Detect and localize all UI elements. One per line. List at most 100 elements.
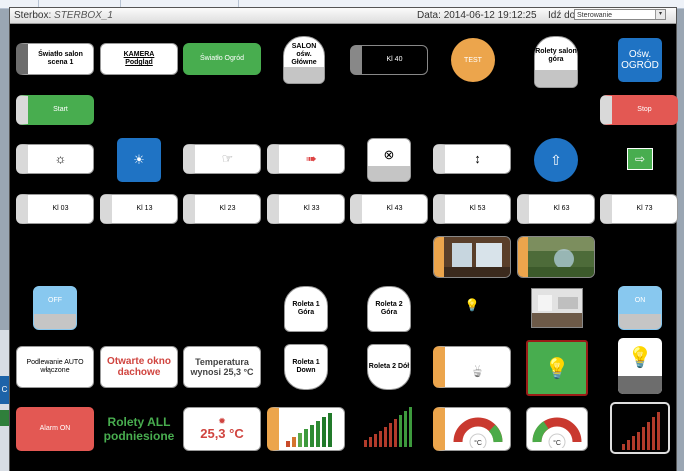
arrow-right-button[interactable]: ➠ [267,144,345,174]
roleta2-dol-button[interactable]: Roleta 2 Dół [367,344,411,390]
updown-button[interactable]: ↕ [433,144,511,174]
date-display: Data: 2014-06-12 19:12:25 [417,9,537,22]
button-label: Stop [637,105,652,113]
signal-meter-button[interactable] [267,407,345,451]
goto-select[interactable]: Sterowanie ▾ [574,9,666,20]
status-label: Otwarte okno dachowe [107,355,171,379]
sun-outline-button[interactable]: ☼ [16,144,94,174]
app-name: STERBOX_1 [54,10,113,21]
roleta2-gora-button[interactable]: Roleta 2 Góra [367,286,411,332]
kl23-button[interactable]: Kl 23 [183,194,261,224]
off-button[interactable]: OFF [33,286,77,330]
signal-meter-selected[interactable] [610,402,670,454]
toggle-bar [518,237,528,277]
stop-button[interactable]: Stop [600,95,678,125]
sheet-cell [0,0,39,8]
gauge-button[interactable]: °C [433,407,511,451]
gauge-icon: °C [453,417,502,448]
goto-select-value: Sterowanie [577,12,613,19]
kl43-button[interactable]: Kl 43 [350,194,428,224]
gauge-unit: °C [553,439,561,447]
app-label: Sterbox: [14,10,52,21]
sun-outline-icon: ☼ [54,150,67,166]
toggle-bar [284,66,324,83]
button-label: Roleta 2 Dół [368,362,410,370]
signal-bars-icon [285,413,332,447]
toggle-bar [434,237,444,277]
button-label: Rolety salon góra [535,47,577,63]
button-label: TEST [464,56,482,64]
sheet-cell [38,0,121,8]
button-label: Kl 13 [136,204,153,212]
button-label: Kl 63 [553,204,570,212]
swiatlo-salon-scena-button[interactable]: Światło salon scena 1 [16,43,94,75]
toggle-bar [618,376,662,394]
gauge-button-2[interactable]: °C [526,407,588,451]
button-label: Start [53,105,68,113]
gauge-unit: °C [474,439,482,447]
top-bar: Sterbox: STERBOX_1 Data: 2014-06-12 19:1… [10,8,676,24]
temperature-value: 25,3 °C [200,425,244,441]
signal-bars-icon [622,412,660,450]
background-tab: C [0,376,9,404]
date-value: 2014-06-12 19:12:25 [443,10,537,21]
hand-button[interactable]: ☞ [183,144,261,174]
kitchen-image [444,237,510,277]
start-button[interactable]: Start [16,95,94,125]
button-label: Kl 33 [303,204,320,212]
salon-osw-glowne-button[interactable]: SALON ośw. Główne [283,36,325,84]
button-label: Kl 03 [52,204,69,212]
kl03-button[interactable]: Kl 03 [16,194,94,224]
swiatlo-ogrod-button[interactable]: Światło Ogród [183,43,261,75]
status-label: Podlewanie AUTO włączone [26,358,84,374]
room-thumbnail[interactable] [531,288,583,328]
button-label: Światło Ogród [200,54,244,62]
circle-x-button[interactable]: ⊗ [367,138,411,182]
alarm-button[interactable]: Alarm ON [16,407,94,451]
kl63-button[interactable]: Kl 63 [517,194,595,224]
button-label: Kl 43 [386,204,403,212]
arrow-up-icon: ⇧ [550,151,562,168]
lightbulb-bright-icon: 💡 [627,346,653,369]
bulb-on-button[interactable]: 💡 [526,340,588,396]
button-label: Kl 53 [469,204,486,212]
button-label: ON [634,296,646,304]
roleta1-down-button[interactable]: Roleta 1 Down [284,344,328,390]
kl53-button[interactable]: Kl 53 [433,194,511,224]
camera-kitchen-thumbnail[interactable] [433,236,511,278]
kamera-podglad-button[interactable]: KAMERA Podgląd [100,43,178,75]
lightbulb-off-icon: 💡 [465,355,490,378]
kl33-button[interactable]: Kl 33 [267,194,345,224]
hand-pointer-icon: ☞ [221,150,234,166]
bulb-toggle-button[interactable]: 💡 [433,346,511,388]
background-tab [0,410,9,426]
background-window-strip: C [0,330,10,471]
lightbulb-small-icon[interactable]: 💡 [462,298,482,318]
gauge-icon: °C [532,417,582,448]
sun-button[interactable]: ☀ [117,138,161,182]
arrow-right-box-button[interactable]: ⇨ [627,148,653,170]
roleta1-gora-button[interactable]: Roleta 1 Góra [284,286,328,332]
date-label: Data: [417,10,441,21]
arrow-right-icon: ➠ [306,150,317,166]
kl40-button[interactable]: Kl 40 [350,45,428,75]
button-label: Podgląd [125,59,153,66]
okno-dachowe-status[interactable]: Otwarte okno dachowe [100,346,178,388]
updown-arrow-icon: ↕ [474,150,481,166]
sun-icon: ☀ [133,151,145,167]
bulb-bright-button[interactable]: 💡 [618,338,662,394]
chevron-down-icon[interactable]: ▾ [655,10,665,19]
on-button[interactable]: ON [618,286,662,330]
arrow-up-button[interactable]: ⇧ [534,138,578,182]
rolety-salon-gora-button[interactable]: Rolety salon góra [534,36,578,88]
osw-ogrod-button[interactable]: Ośw. OGRÓD [618,38,662,82]
test-button[interactable]: TEST [451,38,495,82]
app-title: Sterbox: STERBOX_1 [14,9,113,22]
kl73-button[interactable]: Kl 73 [600,194,678,224]
status-label: Rolety ALL podniesione [103,415,175,443]
camera-garden-thumbnail[interactable] [517,236,595,278]
kl13-button[interactable]: Kl 13 [100,194,178,224]
podlewanie-status[interactable]: Podlewanie AUTO włączone [16,346,94,388]
button-label: Światło salon scena 1 [38,50,83,66]
arrow-right-box-icon: ⇨ [634,152,646,166]
